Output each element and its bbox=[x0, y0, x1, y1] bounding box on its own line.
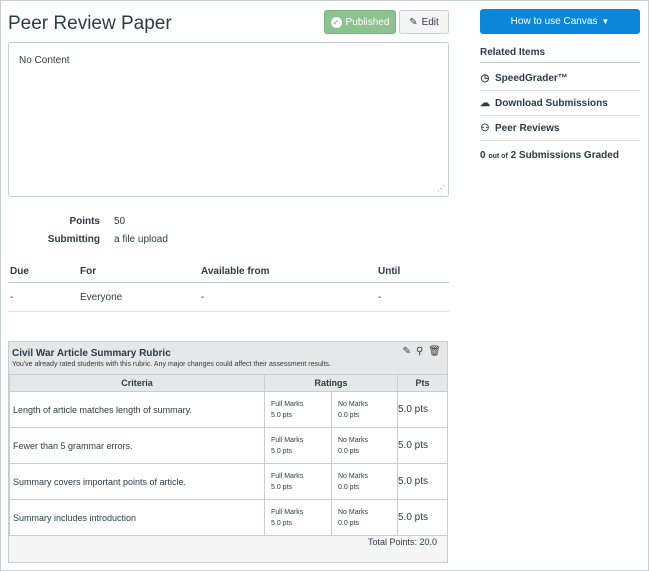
rating-no-marks[interactable]: No Marks 0.0 pts bbox=[331, 464, 397, 499]
how-to-use-canvas-button[interactable]: How to use Canvas ▼ bbox=[480, 9, 640, 34]
rubric-row: Fewer than 5 grammar errors. Full Marks 5.… bbox=[9, 427, 448, 464]
points-value: 50 bbox=[114, 215, 126, 227]
rubric-panel: Civil War Article Summary Rubric You've … bbox=[8, 341, 448, 563]
rating-points: 5.0 pts bbox=[271, 483, 293, 491]
search-icon[interactable]: ⚲ bbox=[416, 346, 423, 357]
rating-label: No Marks bbox=[338, 508, 368, 516]
pts-header: Pts bbox=[397, 374, 448, 392]
sidebar-item-speedgrader[interactable]: ◷ SpeedGrader™ bbox=[480, 66, 640, 91]
pencil-icon: ✎ bbox=[409, 16, 418, 28]
divider bbox=[480, 62, 640, 63]
rubric-row: Summary includes introduction Full Marks 5… bbox=[9, 499, 448, 536]
rating-label: Full Marks bbox=[271, 508, 304, 516]
trash-icon[interactable]: 🗑 bbox=[428, 346, 441, 357]
rubric-warning: You've already rated students with this … bbox=[12, 361, 331, 368]
ratings-cell: Full Marks 5.0 pts No Marks 0.0 pts bbox=[264, 391, 398, 428]
rating-label: No Marks bbox=[338, 400, 368, 408]
how-to-label: How to use Canvas bbox=[510, 16, 598, 27]
header-available-from: Available from bbox=[201, 265, 270, 277]
points-label: Points bbox=[69, 215, 100, 227]
rating-full-marks[interactable]: Full Marks 5.0 pts bbox=[265, 428, 331, 463]
header-for: For bbox=[80, 265, 97, 277]
sidebar-item-peer-reviews[interactable]: ⚇ Peer Reviews bbox=[480, 116, 640, 141]
cell-until: - bbox=[378, 291, 382, 303]
check-circle-icon: ✓ bbox=[330, 16, 342, 28]
sidebar-item-label: Download Submissions bbox=[495, 97, 608, 109]
header-due: Due bbox=[10, 265, 29, 277]
sidebar-item-download-submissions[interactable]: ☁ Download Submissions bbox=[480, 91, 640, 116]
page-title: Peer Review Paper bbox=[8, 13, 172, 34]
rating-label: No Marks bbox=[338, 436, 368, 444]
rubric-title: Civil War Article Summary Rubric bbox=[12, 348, 171, 359]
rating-label: No Marks bbox=[338, 472, 368, 480]
description-text: No Content bbox=[19, 55, 70, 66]
table-row: - Everyone - - bbox=[8, 283, 449, 312]
points-cell: 5.0 pts bbox=[397, 391, 448, 428]
rating-full-marks[interactable]: Full Marks 5.0 pts bbox=[265, 392, 331, 427]
rating-full-marks[interactable]: Full Marks 5.0 pts bbox=[265, 464, 331, 499]
rating-points: 0.0 pts bbox=[338, 447, 360, 455]
related-items-title: Related Items bbox=[480, 47, 546, 58]
rating-points: 0.0 pts bbox=[338, 411, 360, 419]
criteria-cell: Length of article matches length of summ… bbox=[9, 391, 265, 428]
rubric-row: Summary covers important points of artic… bbox=[9, 463, 448, 500]
rubric-header: Civil War Article Summary Rubric You've … bbox=[9, 342, 447, 374]
rubric-row: Length of article matches length of summ… bbox=[9, 391, 448, 428]
rating-no-marks[interactable]: No Marks 0.0 pts bbox=[331, 392, 397, 427]
ratings-cell: Full Marks 5.0 pts No Marks 0.0 pts bbox=[264, 499, 398, 536]
rating-points: 5.0 pts bbox=[271, 447, 293, 455]
rating-no-marks[interactable]: No Marks 0.0 pts bbox=[331, 500, 397, 535]
edit-label: Edit bbox=[421, 16, 439, 28]
rating-points: 0.0 pts bbox=[338, 483, 360, 491]
rating-points: 5.0 pts bbox=[271, 519, 293, 527]
published-button[interactable]: ✓ Published bbox=[324, 10, 396, 34]
points-cell: 5.0 pts bbox=[397, 463, 448, 500]
sidebar-item-label: Peer Reviews bbox=[495, 122, 560, 134]
rating-points: 5.0 pts bbox=[271, 411, 293, 419]
points-cell: 5.0 pts bbox=[397, 427, 448, 464]
pencil-icon[interactable]: ✎ bbox=[403, 346, 411, 357]
total-points: Total Points: 20.0 bbox=[367, 537, 437, 547]
sidebar-item-label: SpeedGrader™ bbox=[495, 72, 568, 84]
graded-count: 0 bbox=[480, 150, 486, 161]
published-label: Published bbox=[345, 16, 390, 28]
rating-full-marks[interactable]: Full Marks 5.0 pts bbox=[265, 500, 331, 535]
cell-for: Everyone bbox=[80, 291, 123, 303]
speedgrader-icon: ◷ bbox=[480, 72, 490, 84]
submissions-graded: 0 out of 2 Submissions Graded bbox=[480, 150, 619, 161]
download-icon: ☁ bbox=[480, 97, 490, 109]
cell-available-from: - bbox=[201, 291, 205, 303]
peer-review-icon: ⚇ bbox=[480, 122, 490, 134]
rating-label: Full Marks bbox=[271, 472, 304, 480]
graded-out-of: out of bbox=[488, 153, 508, 160]
resize-handle-icon[interactable]: ⋰ bbox=[437, 185, 445, 193]
edit-button[interactable]: ✎ Edit bbox=[399, 10, 449, 34]
criteria-cell: Summary includes introduction bbox=[9, 499, 265, 536]
points-cell: 5.0 pts bbox=[397, 499, 448, 536]
rating-label: Full Marks bbox=[271, 400, 304, 408]
ratings-cell: Full Marks 5.0 pts No Marks 0.0 pts bbox=[264, 463, 398, 500]
header-until: Until bbox=[378, 265, 401, 277]
criteria-cell: Summary covers important points of artic… bbox=[9, 463, 265, 500]
caret-down-icon: ▼ bbox=[601, 17, 610, 26]
criteria-cell: Fewer than 5 grammar errors. bbox=[9, 427, 265, 464]
criteria-header: Criteria bbox=[9, 374, 265, 392]
submitting-label: Submitting bbox=[47, 233, 100, 245]
ratings-header: Ratings bbox=[264, 374, 398, 392]
rubric-actions: ✎ ⚲ 🗑 bbox=[403, 346, 441, 357]
assignment-description: No Content ⋰ bbox=[8, 42, 449, 197]
due-dates-table: Due For Available from Until - Everyone … bbox=[8, 260, 449, 312]
rating-label: Full Marks bbox=[271, 436, 304, 444]
rating-points: 0.0 pts bbox=[338, 519, 360, 527]
ratings-cell: Full Marks 5.0 pts No Marks 0.0 pts bbox=[264, 427, 398, 464]
graded-text: 2 Submissions Graded bbox=[510, 150, 619, 161]
assignment-details: Points 50 Submitting a file upload bbox=[8, 212, 168, 248]
rubric-table: Criteria Ratings Pts Length of article m… bbox=[9, 374, 448, 536]
rating-no-marks[interactable]: No Marks 0.0 pts bbox=[331, 428, 397, 463]
due-table-header: Due For Available from Until bbox=[8, 260, 449, 283]
submitting-value: a file upload bbox=[114, 233, 168, 245]
cell-due: - bbox=[10, 291, 14, 303]
